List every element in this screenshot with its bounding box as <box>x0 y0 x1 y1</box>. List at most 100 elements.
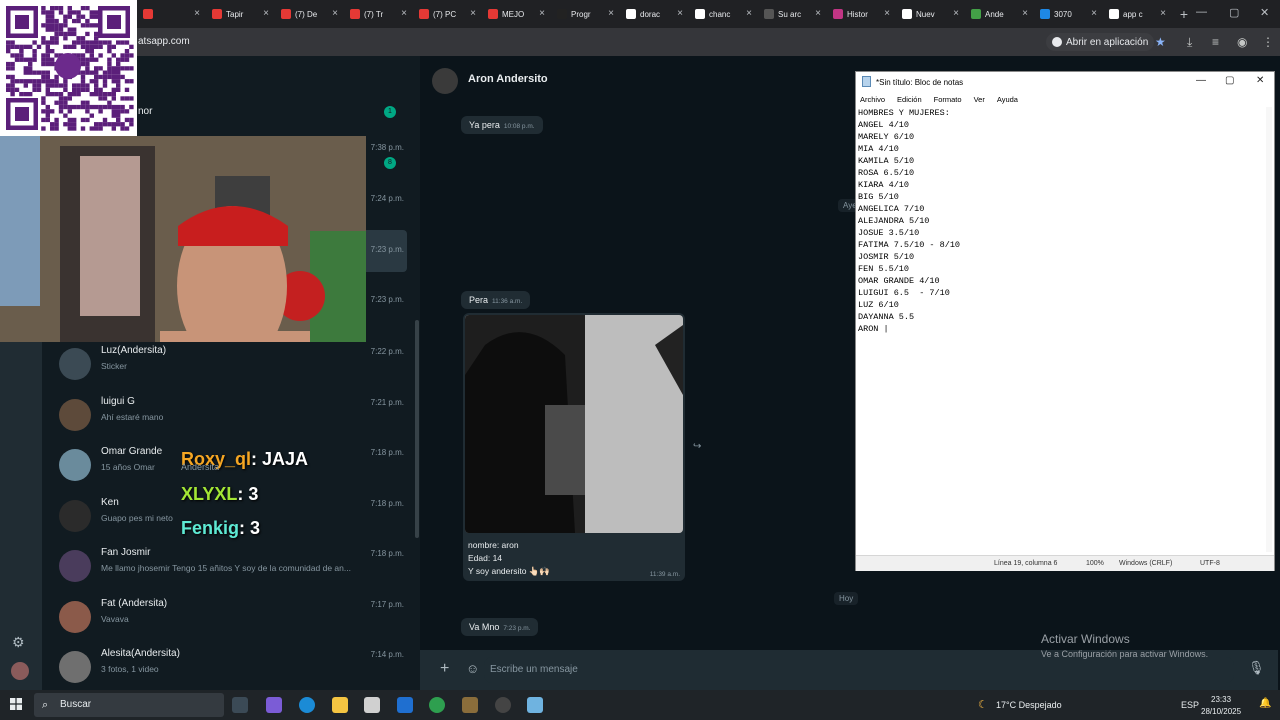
tab-close-icon[interactable]: × <box>539 8 545 19</box>
tab-close-icon[interactable]: × <box>401 8 407 19</box>
contact-name[interactable]: Aron Andersito <box>468 73 548 85</box>
forward-icon[interactable]: ↪ <box>693 441 701 452</box>
profile-icon[interactable]: ◉ <box>1237 35 1247 49</box>
download-icon[interactable]: ⤓ <box>1187 35 1192 50</box>
maximize-icon[interactable]: ▢ <box>1225 75 1234 86</box>
menu-lines-icon[interactable]: ≡ <box>1212 35 1219 49</box>
weather-text[interactable]: 17°C Despejado <box>996 700 1062 710</box>
tab-close-icon[interactable]: × <box>815 8 821 19</box>
tab-close-icon[interactable]: × <box>1022 8 1028 19</box>
tab-close-icon[interactable]: × <box>1091 8 1097 19</box>
tab-close-icon[interactable]: × <box>884 8 890 19</box>
message-bubble[interactable]: Ya pera 10:08 p.m. <box>461 116 543 134</box>
new-tab-button[interactable]: + <box>1172 6 1196 22</box>
notepad-text-area[interactable]: HOMBRES Y MUJERES: ANGEL 4/10 MARELY 6/1… <box>858 107 1258 552</box>
message-text: Ya pera <box>469 120 500 130</box>
minimize-icon[interactable]: — <box>1196 75 1206 86</box>
task-view-icon[interactable] <box>232 697 248 713</box>
browser-tab[interactable]: (7) De × <box>275 0 344 28</box>
browser-tab[interactable]: Nuev × <box>896 0 965 28</box>
browser-tab[interactable]: Ande × <box>965 0 1034 28</box>
language-indicator[interactable]: ESP <box>1181 700 1199 710</box>
message-bubble[interactable]: Pera 11:36 a.m. <box>461 291 531 309</box>
qr-module <box>45 23 50 28</box>
notepad-scrollbar[interactable] <box>1266 107 1272 552</box>
close-icon[interactable]: ✕ <box>1256 75 1264 86</box>
image-message-bubble[interactable]: nombre: aron Edad: 14 Y soy andersito 👆🏻… <box>463 313 685 581</box>
clock-time[interactable]: 23:33 <box>1211 695 1231 704</box>
maximize-icon[interactable]: ▢ <box>1229 6 1239 19</box>
browser-tab[interactable]: dorac × <box>620 0 689 28</box>
qr-module <box>129 53 134 58</box>
qr-module <box>50 10 55 15</box>
chat-list-scrollbar[interactable] <box>415 320 419 538</box>
settings-icon[interactable]: ⚙ <box>12 634 25 651</box>
notepad-menu-item[interactable]: Ayuda <box>997 95 1018 104</box>
tab-close-icon[interactable]: × <box>608 8 614 19</box>
photo-attachment[interactable] <box>465 315 683 533</box>
close-icon[interactable]: ✕ <box>1260 6 1269 19</box>
edge-icon[interactable] <box>299 697 315 713</box>
browser-tab[interactable]: 3070 × <box>1034 0 1103 28</box>
attach-plus-icon[interactable]: + <box>440 660 449 678</box>
tab-close-icon[interactable]: × <box>470 8 476 19</box>
browser-tab[interactable]: × <box>137 0 206 28</box>
notepad-menu-item[interactable]: Ver <box>974 95 985 104</box>
open-in-app-label: Abrir en aplicación <box>1066 36 1149 48</box>
app-icon[interactable] <box>462 697 478 713</box>
qr-module <box>19 92 24 97</box>
url-field[interactable]: atsapp.com <box>138 36 190 47</box>
browser-tab[interactable]: Su arc × <box>758 0 827 28</box>
windows-start-icon[interactable] <box>10 698 22 710</box>
taskbar-search[interactable]: ⌕ Buscar <box>34 693 224 717</box>
contact-avatar <box>59 399 91 431</box>
browser-tab[interactable]: MEJO × <box>482 0 551 28</box>
outlook-icon[interactable] <box>397 697 413 713</box>
qr-module <box>41 57 46 62</box>
open-in-app-button[interactable]: Abrir en aplicación <box>1046 33 1155 51</box>
message-bubble[interactable]: Va Mno 7:23 p.m. <box>461 618 539 636</box>
notepad-menu-item[interactable]: Archivo <box>860 95 885 104</box>
notepad-menu-item[interactable]: Edición <box>897 95 922 104</box>
contact-avatar[interactable] <box>432 68 458 94</box>
status-zoom: 100% <box>1086 560 1104 567</box>
user-avatar[interactable] <box>11 662 29 680</box>
star-icon[interactable]: ★ <box>1155 35 1166 49</box>
tab-close-icon[interactable]: × <box>677 8 683 19</box>
chat-list-item[interactable]: luigui G Ahí estaré mano 7:21 p.m. <box>42 394 420 444</box>
notification-bell-icon[interactable]: 🔔 <box>1259 698 1271 709</box>
chat-list-item[interactable]: Fan Josmir Me llamo jhosemir Tengo 15 añi… <box>42 545 420 595</box>
browser-tab[interactable]: (7) Tr × <box>344 0 413 28</box>
store-icon[interactable] <box>364 697 380 713</box>
tab-close-icon[interactable]: × <box>1160 8 1166 19</box>
browser-tab[interactable]: Tapir × <box>206 0 275 28</box>
clock-date[interactable]: 28/10/2025 <box>1201 707 1241 716</box>
browser-tab[interactable]: Progr × <box>551 0 620 28</box>
tab-close-icon[interactable]: × <box>263 8 269 19</box>
notepad-taskbar-icon[interactable] <box>527 697 543 713</box>
chrome-icon[interactable] <box>429 697 445 713</box>
file-explorer-icon[interactable] <box>332 697 348 713</box>
tab-close-icon[interactable]: × <box>746 8 752 19</box>
browser-tab[interactable]: chanc × <box>689 0 758 28</box>
chat-list-item[interactable]: Luz(Andersita) Sticker 7:22 p.m. <box>42 343 420 393</box>
browser-tab[interactable]: (7) PC × <box>413 0 482 28</box>
qr-module <box>63 122 68 127</box>
more-options-icon[interactable]: ⋮ <box>1262 35 1274 49</box>
copilot-icon[interactable] <box>266 697 282 713</box>
microphone-icon[interactable]: 🎙 <box>1248 660 1265 676</box>
sticker-icon[interactable]: ☺ <box>466 661 479 676</box>
minimize-icon[interactable]: — <box>1196 6 1207 18</box>
tab-close-icon[interactable]: × <box>194 8 200 19</box>
browser-tab[interactable]: Histor × <box>827 0 896 28</box>
chat-list-item[interactable]: Alesita(Andersita) 3 fotos, 1 video 7:14 p… <box>42 646 420 696</box>
chat-list-item[interactable]: Fat (Andersita) Vavava 7:17 p.m. <box>42 596 420 646</box>
notepad-menu-item[interactable]: Formato <box>934 95 962 104</box>
message-input[interactable]: Escribe un mensaje <box>484 657 1234 683</box>
tab-close-icon[interactable]: × <box>953 8 959 19</box>
qr-module <box>67 27 72 32</box>
qr-module <box>102 104 108 110</box>
obs-icon[interactable] <box>495 697 511 713</box>
browser-tab[interactable]: app c × <box>1103 0 1172 28</box>
tab-close-icon[interactable]: × <box>332 8 338 19</box>
